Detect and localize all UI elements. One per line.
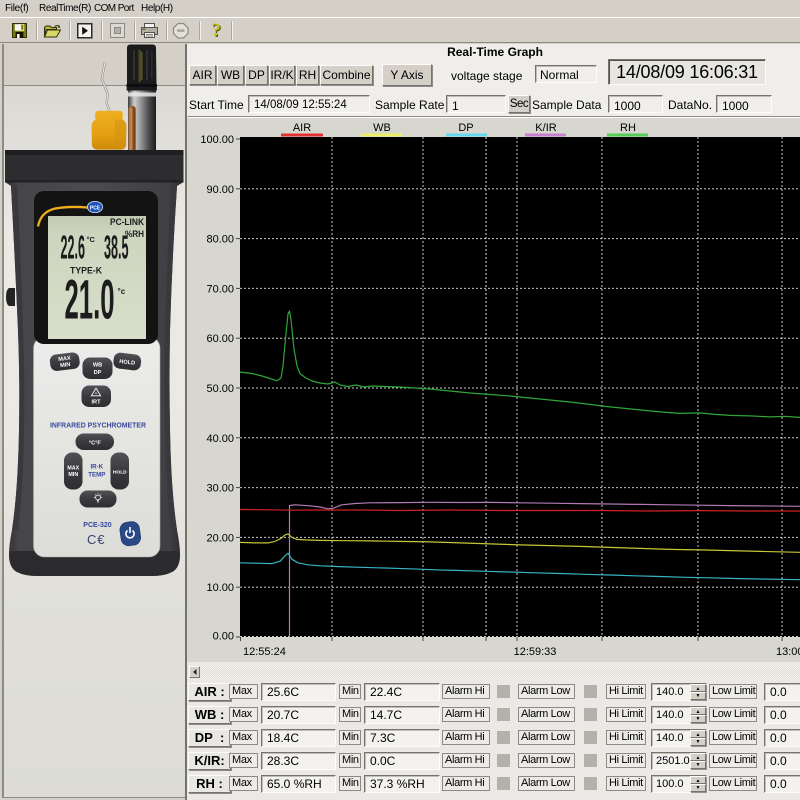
svg-text:60.00: 60.00 — [206, 333, 234, 345]
svg-text:50.00: 50.00 — [206, 383, 234, 395]
svg-text:C€: C€ — [87, 532, 105, 547]
svg-text:0.00: 0.00 — [213, 631, 234, 643]
svg-text:21.0: 21.0 — [65, 268, 115, 331]
svg-text:HOLD: HOLD — [113, 470, 127, 476]
svg-text:38.5: 38.5 — [104, 229, 129, 266]
svg-text:40.00: 40.00 — [206, 433, 234, 445]
svg-text:DP: DP — [458, 122, 473, 134]
svg-text:°C: °C — [87, 235, 96, 244]
svg-text:22.6: 22.6 — [61, 229, 86, 266]
svg-text:?: ? — [212, 20, 222, 41]
svg-text:12:55:24: 12:55:24 — [243, 646, 286, 658]
svg-text:20.00: 20.00 — [206, 532, 234, 544]
svg-text:100.00: 100.00 — [200, 134, 234, 146]
svg-text:IR·K: IR·K — [90, 464, 103, 471]
svg-text:°c: °c — [118, 287, 126, 296]
svg-text:70.00: 70.00 — [206, 283, 234, 295]
svg-text:90.00: 90.00 — [206, 184, 234, 196]
svg-text:10.00: 10.00 — [206, 582, 234, 594]
svg-text:PCE-320: PCE-320 — [83, 522, 112, 529]
svg-text:12:59:33: 12:59:33 — [514, 646, 557, 658]
svg-text:RH: RH — [620, 122, 636, 134]
svg-text:80.00: 80.00 — [206, 234, 234, 246]
svg-text:WB: WB — [93, 363, 102, 369]
svg-text:AIR: AIR — [293, 122, 311, 134]
svg-text:MIN: MIN — [60, 362, 71, 369]
svg-text:30.00: 30.00 — [206, 483, 234, 495]
svg-text:13:00: 13:00 — [776, 646, 800, 658]
svg-text:PCE: PCE — [90, 205, 101, 211]
svg-text:INFRARED PSYCHROMETER: INFRARED PSYCHROMETER — [50, 421, 146, 430]
svg-text:TEMP: TEMP — [88, 472, 105, 479]
svg-text:MAX: MAX — [67, 466, 79, 472]
svg-text:PC-LINK: PC-LINK — [110, 217, 144, 228]
svg-text:K/IR: K/IR — [535, 122, 556, 134]
svg-text:°C°F: °C°F — [89, 440, 102, 446]
svg-text:WB: WB — [373, 122, 391, 134]
svg-text:IRT: IRT — [91, 400, 101, 406]
svg-text:DP: DP — [94, 370, 102, 376]
svg-text:MIN: MIN — [68, 472, 78, 478]
